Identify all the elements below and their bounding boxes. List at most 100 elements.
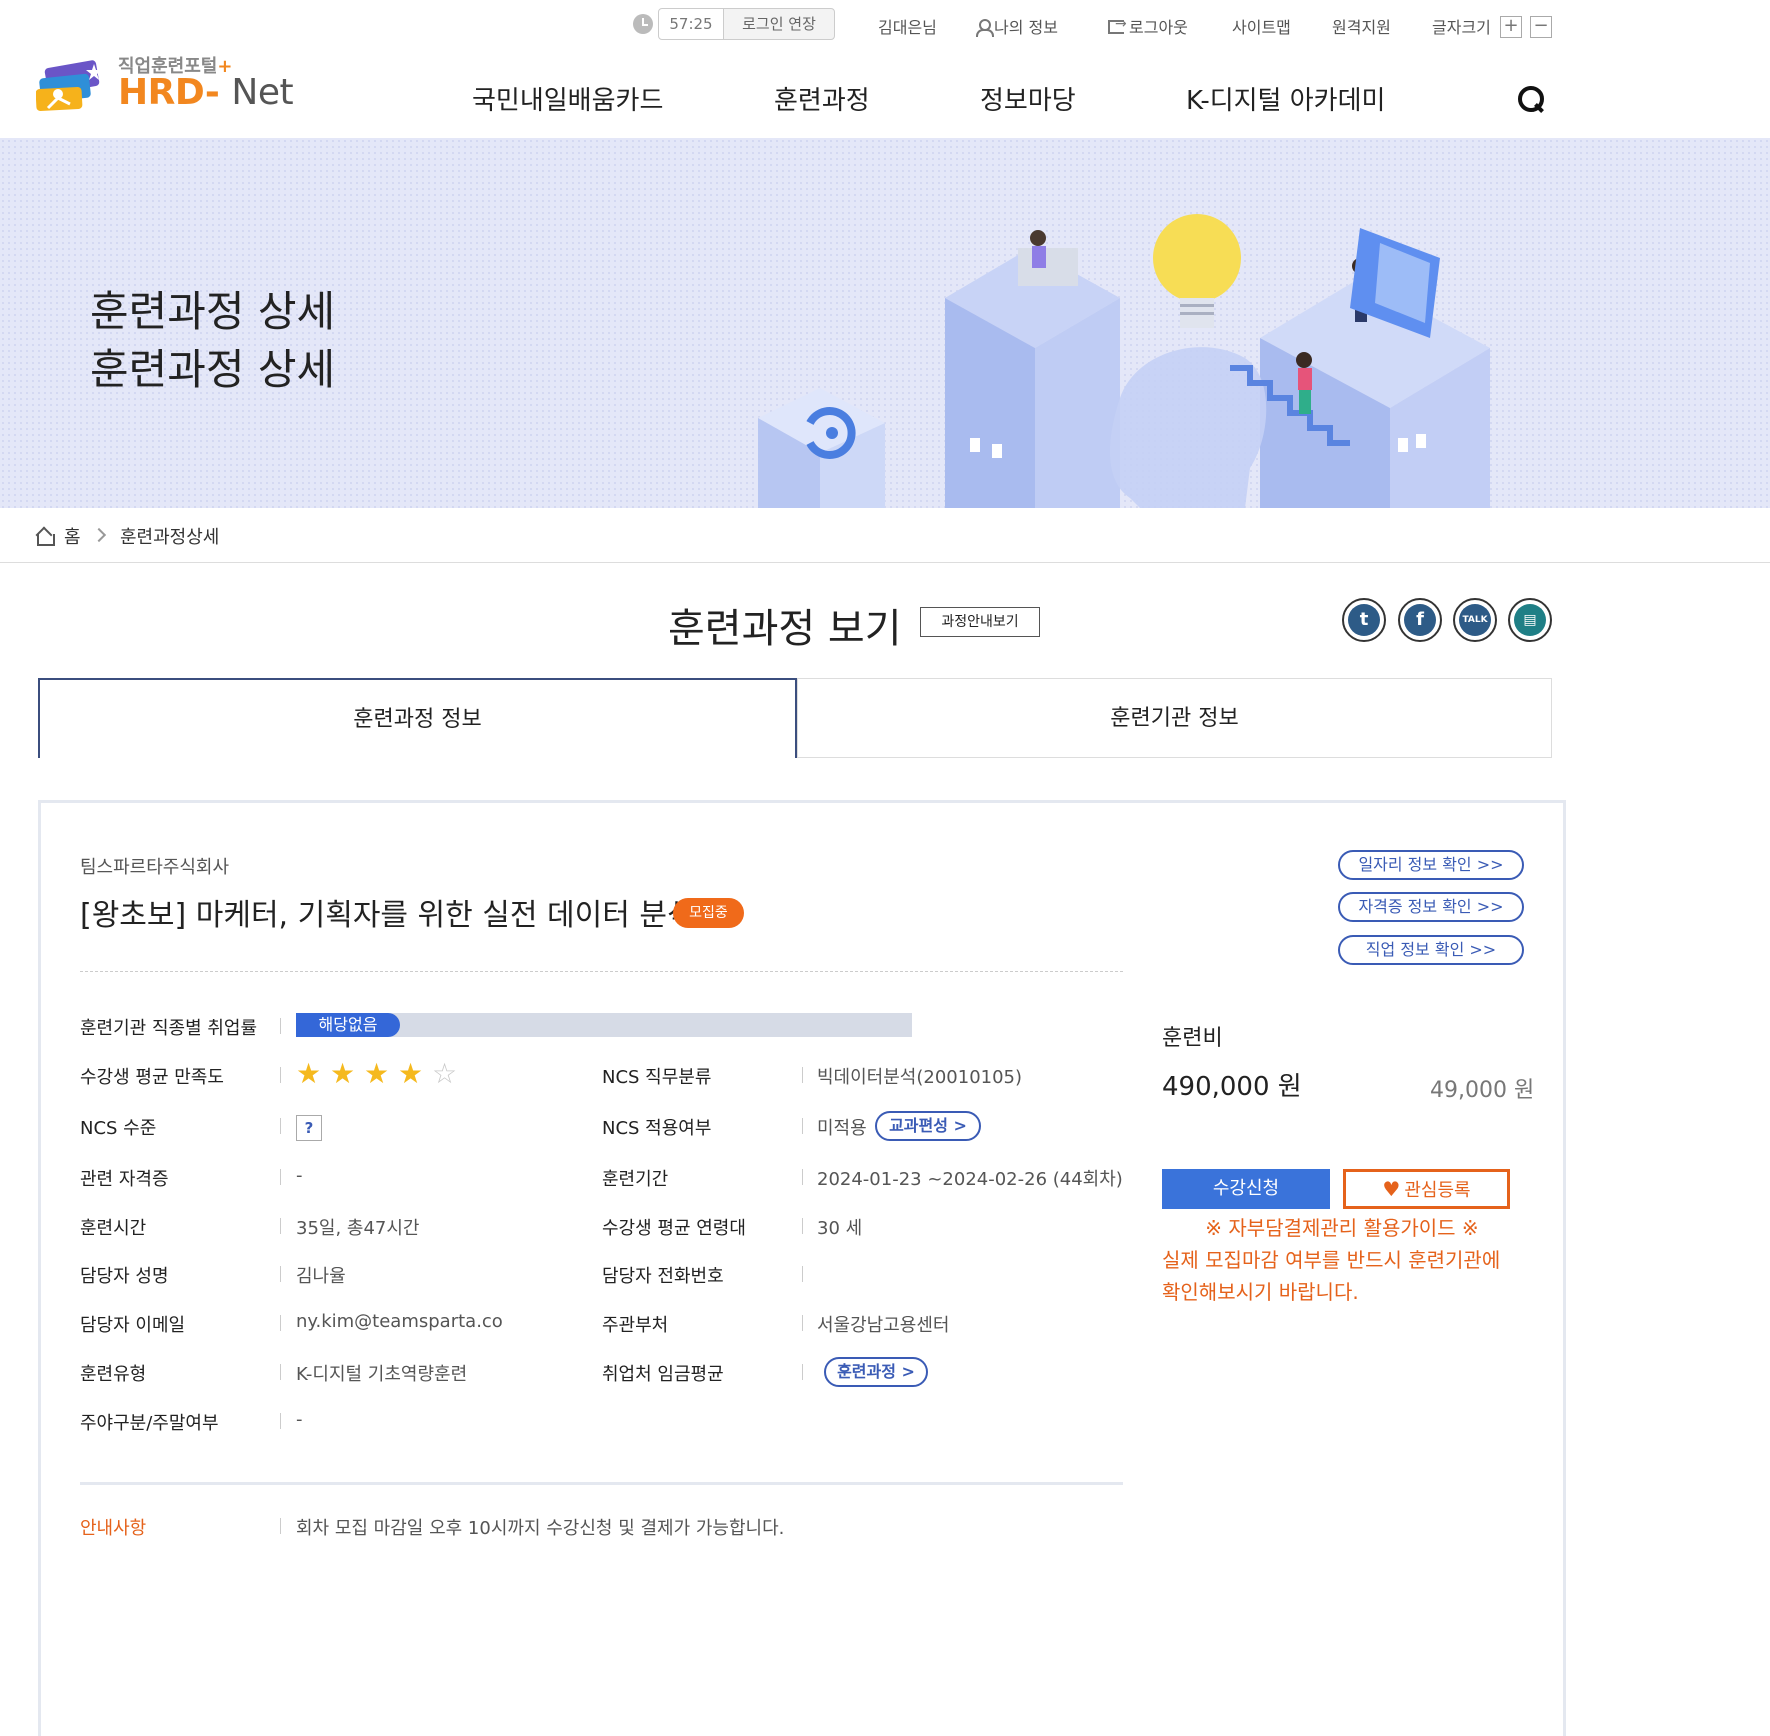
logout-icon (1108, 16, 1127, 34)
period-value: 2024-01-23 ~2024-02-26 (44회차) (817, 1169, 1123, 1190)
manager-value: 김나율 (296, 1266, 346, 1287)
cert-value: - (296, 1165, 303, 1186)
login-extend-button[interactable]: 로그인 연장 (723, 8, 835, 40)
my-info-link[interactable]: 나의 정보 (976, 14, 1058, 38)
hrd-net-logo[interactable]: 직업훈련포털+ HRD- Net (36, 52, 306, 116)
hours-label: 훈련시간 (80, 1218, 147, 1239)
kakaotalk-share-button[interactable]: TALK (1453, 598, 1497, 642)
logo-text: HRD- Net (118, 72, 294, 113)
star-filled-icon: ★ (296, 1057, 322, 1090)
status-badge: 모집중 (673, 898, 744, 928)
logout-label: 로그아웃 (1129, 18, 1188, 37)
cert-info-link[interactable]: 자격증 정보 확인 >> (1338, 892, 1524, 922)
divider (280, 1266, 281, 1282)
divider (80, 971, 1123, 972)
facebook-icon: f (1404, 604, 1436, 636)
divider (280, 1315, 281, 1331)
self-pay-value: 49,000 원 (1430, 1078, 1535, 1103)
nav-item-info[interactable]: 정보마당 (980, 80, 1076, 117)
divider (280, 1518, 281, 1534)
payment-guide-link[interactable]: ※ 자부담결제관리 활용가이드 ※ (1162, 1212, 1522, 1241)
ncs-class-label: NCS 직무분류 (602, 1067, 712, 1088)
divider (80, 1482, 1123, 1485)
dept-label: 주관부처 (602, 1315, 669, 1336)
star-filled-icon: ★ (330, 1057, 356, 1090)
breadcrumb-home[interactable]: 홈 (64, 523, 81, 549)
notice-value: 회차 모집 마감일 오후 10시까지 수강신청 및 결제가 가능합니다. (296, 1518, 785, 1539)
print-icon: ▤ (1514, 604, 1546, 636)
divider (280, 1364, 281, 1380)
divider (802, 1218, 803, 1234)
wage-course-button[interactable]: 훈련과정 > (824, 1357, 928, 1387)
institution-name: 팀스파르타주식회사 (80, 857, 230, 878)
wage-label: 취업처 임금평균 (602, 1364, 724, 1385)
star-empty-icon: ☆ (432, 1057, 458, 1090)
twitter-share-button[interactable]: t (1342, 598, 1386, 642)
satisfaction-label: 수강생 평균 만족도 (80, 1067, 224, 1088)
banner-title-2: 훈련과정 상세 (90, 345, 336, 394)
clock-icon (633, 14, 653, 34)
star-filled-icon: ★ (364, 1057, 390, 1090)
age-value: 30 세 (817, 1218, 863, 1239)
font-decrease-button[interactable]: − (1530, 16, 1552, 38)
ncs-apply-value: 미적용 (817, 1118, 867, 1139)
divider (280, 1413, 281, 1429)
divider (802, 1118, 803, 1134)
breadcrumb-current: 훈련과정상세 (120, 527, 220, 548)
search-icon[interactable] (1518, 86, 1544, 112)
emp-rate-value: 해당없음 (296, 1013, 400, 1037)
nav-item-k-digital[interactable]: K-디지털 아카데미 (1186, 80, 1385, 117)
tab-institution-info[interactable]: 훈련기관 정보 (797, 678, 1552, 758)
divider (802, 1266, 803, 1282)
tab-course-info[interactable]: 훈련과정 정보 (38, 678, 797, 758)
nav-item-courses[interactable]: 훈련과정 (774, 80, 870, 117)
job-info-link[interactable]: 일자리 정보 확인 >> (1338, 850, 1524, 880)
talk-icon: TALK (1459, 604, 1491, 636)
divider (280, 1067, 281, 1083)
ncs-class-value: 빅데이터분석(20010105) (817, 1067, 1023, 1088)
divider (280, 1018, 281, 1034)
divider (802, 1169, 803, 1185)
manager-label: 담당자 성명 (80, 1266, 169, 1287)
cert-label: 관련 자격증 (80, 1169, 169, 1190)
divider (802, 1067, 803, 1083)
email-value: ny.kim@teamsparta.co (296, 1311, 503, 1332)
occupation-info-link[interactable]: 직업 정보 확인 >> (1338, 935, 1524, 965)
nav-item-card[interactable]: 국민내일배움카드 (472, 80, 663, 117)
divider (280, 1169, 281, 1185)
ncs-apply-label: NCS 적용여부 (602, 1118, 712, 1139)
chevron-right-icon (91, 527, 107, 543)
fee-value: 490,000 원 (1162, 1072, 1302, 1102)
divider (280, 1218, 281, 1234)
home-icon[interactable] (36, 528, 55, 546)
emp-rate-bar: 해당없음 (296, 1013, 912, 1037)
logo-mark-icon (36, 60, 102, 111)
dept-value: 서울강남고용센터 (817, 1315, 950, 1336)
banner-title-1: 훈련과정 상세 (90, 287, 336, 336)
logout-link[interactable]: 로그아웃 (1108, 14, 1188, 38)
page-title: 훈련과정 보기 (668, 606, 902, 652)
course-guide-button[interactable]: 과정안내보기 (920, 607, 1040, 637)
breadcrumb: 홈 훈련과정상세 (0, 508, 1770, 563)
user-name: 김대은님 (878, 18, 937, 37)
banner: 훈련과정 상세 훈련과정 상세 (0, 138, 1770, 508)
curriculum-button[interactable]: 교과편성 > (875, 1111, 981, 1141)
font-increase-button[interactable]: + (1500, 16, 1522, 38)
type-label: 훈련유형 (80, 1364, 147, 1385)
user-icon (976, 19, 994, 37)
divider (802, 1315, 803, 1331)
favorite-button[interactable]: ♥ 관심등록 (1343, 1169, 1510, 1209)
deadline-notice: 실제 모집마감 여부를 반드시 훈련기관에 확인해보시기 바랍니다. (1162, 1248, 1501, 1304)
print-button[interactable]: ▤ (1508, 598, 1552, 642)
phone-label: 담당자 전화번호 (602, 1266, 724, 1287)
apply-button[interactable]: 수강신청 (1162, 1169, 1330, 1209)
banner-illustration (758, 214, 1490, 508)
utility-bar: 57:25 로그인 연장 김대은님 나의 정보 로그아웃 사이트맵 원격지원 글… (0, 6, 1770, 42)
twitter-icon: t (1348, 604, 1380, 636)
hours-value: 35일, 총47시간 (296, 1218, 420, 1239)
remote-support-link[interactable]: 원격지원 (1332, 14, 1391, 38)
sitemap-link[interactable]: 사이트맵 (1232, 14, 1291, 38)
facebook-share-button[interactable]: f (1398, 598, 1442, 642)
period-label: 훈련기간 (602, 1169, 669, 1190)
help-icon[interactable]: ? (296, 1115, 322, 1141)
